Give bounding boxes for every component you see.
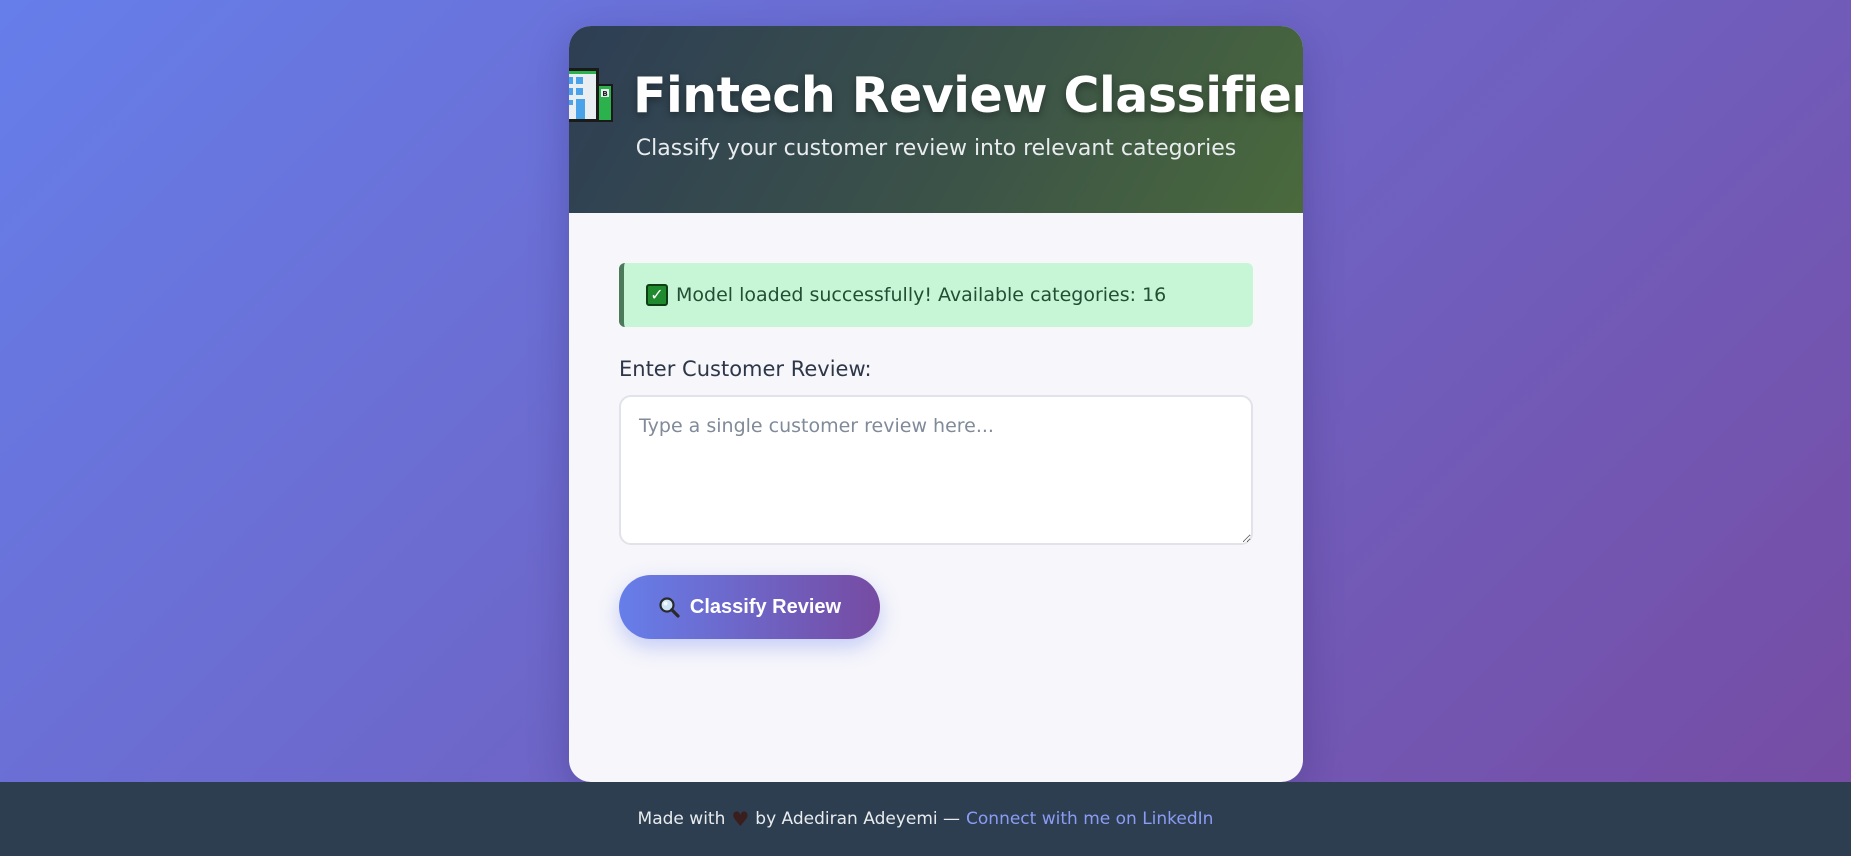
heart-icon: ♥ xyxy=(731,807,750,831)
classify-button-label: Classify Review xyxy=(689,595,842,618)
linkedin-link[interactable]: Connect with me on LinkedIn xyxy=(966,809,1213,829)
status-alert: ✓ Model loaded successfully! Available c… xyxy=(619,263,1253,327)
bank-building-icon: B xyxy=(569,66,615,124)
footer-made-with: Made with xyxy=(637,809,726,829)
card-header: B Fintech Review Classifier Classify you… xyxy=(569,26,1303,213)
review-label: Enter Customer Review: xyxy=(619,357,872,381)
card-body: ✓ Model loaded successfully! Available c… xyxy=(569,213,1303,639)
page-subtitle: Classify your customer review into relev… xyxy=(635,136,1237,161)
classifier-card: B Fintech Review Classifier Classify you… xyxy=(569,26,1303,782)
page-footer: Made with ♥ by Adediran Adeyemi — Connec… xyxy=(0,782,1851,856)
classify-review-button[interactable]: Classify Review xyxy=(619,575,880,639)
footer-author: by Adediran Adeyemi — xyxy=(755,809,961,829)
page-title: Fintech Review Classifier xyxy=(632,66,1303,124)
title-row: B Fintech Review Classifier xyxy=(569,66,1303,124)
status-message: Model loaded successfully! Available cat… xyxy=(676,284,1167,306)
check-mark-icon: ✓ xyxy=(646,284,668,306)
svg-text:B: B xyxy=(602,90,607,98)
magnifier-icon xyxy=(658,596,680,618)
review-input[interactable] xyxy=(619,395,1253,545)
